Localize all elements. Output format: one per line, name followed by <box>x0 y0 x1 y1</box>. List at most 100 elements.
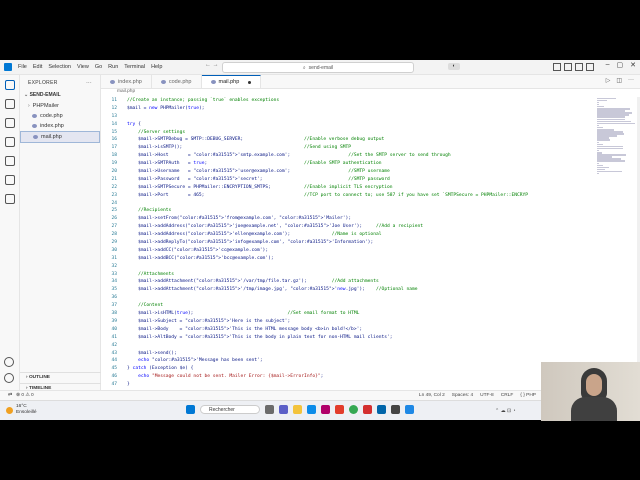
code-line[interactable]: 37 //Content <box>101 302 597 310</box>
code-line[interactable]: 43 $mail->send(); <box>101 350 597 358</box>
end-of-line[interactable]: CRLF <box>501 393 514 398</box>
code-line[interactable]: 27 $mail->addAddress("color:#a31515">'jo… <box>101 223 597 231</box>
encoding[interactable]: UTF-8 <box>480 393 494 398</box>
remote-explorer-icon[interactable] <box>4 175 15 185</box>
minimize-icon[interactable]: – <box>606 61 610 69</box>
app-dark-icon[interactable] <box>391 405 400 414</box>
testing-icon[interactable] <box>4 194 15 204</box>
code-line[interactable]: 44 echo "color:#a31515">'Message has bee… <box>101 357 597 365</box>
code-line[interactable]: 33 //Attachments <box>101 271 597 279</box>
teams-icon[interactable] <box>279 405 288 414</box>
indentation[interactable]: Spaces: 4 <box>452 393 473 398</box>
app-blue-icon[interactable] <box>405 405 414 414</box>
menu-edit[interactable]: Edit <box>30 64 45 70</box>
menu-selection[interactable]: Selection <box>45 64 74 70</box>
toggle-sidebar-icon[interactable] <box>553 63 561 71</box>
manage-gear-icon[interactable] <box>4 373 14 383</box>
vscode-taskbar-icon[interactable] <box>377 405 386 414</box>
code-line[interactable]: 16 $mail->SMTPDebug = SMTP::DEBUG_SERVER… <box>101 136 597 144</box>
weather-widget[interactable]: 16°C Ensoleillé <box>6 404 37 416</box>
code-line[interactable]: 39 $mail->Subject = "color:#a31515">'Her… <box>101 318 597 326</box>
account-icon[interactable] <box>4 357 14 367</box>
toggle-secondary-sidebar-icon[interactable] <box>575 63 583 71</box>
office-icon[interactable] <box>335 405 344 414</box>
menu-help[interactable]: Help <box>148 64 165 70</box>
file-explorer-icon[interactable] <box>293 405 302 414</box>
customize-layout-icon[interactable] <box>586 63 594 71</box>
code-line[interactable]: 30 $mail->addCC("color:#a31515">'cc@exam… <box>101 247 597 255</box>
sidebar-item-phpmailer[interactable]: › PHPMailer <box>20 101 100 111</box>
task-view-icon[interactable] <box>265 405 274 414</box>
nav-arrows-icon[interactable]: ← → <box>205 62 219 68</box>
code-line[interactable]: 32 <box>101 263 597 271</box>
code-line[interactable]: 38 $mail->isHTML(true); //Set email form… <box>101 310 597 318</box>
search-view-icon[interactable] <box>4 99 15 109</box>
code-line[interactable]: 31 $mail->addBCC("color:#a31515">'bcc@ex… <box>101 255 597 263</box>
split-editor-icon[interactable]: ◫ <box>616 77 622 84</box>
outline-section[interactable]: › OUTLINE <box>20 372 112 382</box>
code-line[interactable]: 42 <box>101 342 597 350</box>
code-line[interactable]: 36 <box>101 294 597 302</box>
dreamweaver-icon[interactable] <box>321 405 330 414</box>
app-red-icon[interactable] <box>363 405 372 414</box>
explorer-icon[interactable] <box>4 80 15 90</box>
tab-mail-php[interactable]: mail.php <box>201 75 262 88</box>
code-line[interactable]: 14 try { <box>101 121 597 129</box>
code-line[interactable]: 34 $mail->addAttachment("color:#a31515">… <box>101 278 597 286</box>
breadcrumb[interactable]: mail.php <box>101 89 640 97</box>
code-editor[interactable]: 11 //Create an instance; passing `true` e… <box>101 97 597 387</box>
code-line[interactable]: 20 $mail->Username = "color:#a31515">'us… <box>101 168 597 176</box>
code-line[interactable]: 47} <box>101 381 597 387</box>
taskbar-search[interactable]: Rechercher <box>200 405 260 414</box>
maximize-icon[interactable]: ▢ <box>617 61 624 69</box>
system-tray[interactable]: ⌃ ☁ ⊡ ◔ <box>495 408 516 414</box>
code-line[interactable]: 41 $mail->AltBody = "color:#a31515">'Thi… <box>101 334 597 342</box>
code-line[interactable]: 18 $mail->Host = "color:#a31515">'smtp.e… <box>101 152 597 160</box>
code-line[interactable]: 24 <box>101 200 597 208</box>
edge-icon[interactable] <box>307 405 316 414</box>
code-line[interactable]: 29 $mail->addReplyTo("color:#a31515">'in… <box>101 239 597 247</box>
remote-icon[interactable]: ⇄ <box>8 393 12 398</box>
tab-code-php[interactable]: code.php <box>152 75 202 88</box>
code-line[interactable]: 19 $mail->SMTPAuth = true; //Enable SMTP… <box>101 160 597 168</box>
windows-start-icon[interactable] <box>186 405 195 414</box>
sidebar-item-index-php[interactable]: index.php <box>20 121 100 131</box>
code-line[interactable]: 15 //Server settings <box>101 129 597 137</box>
code-line[interactable]: 40 $mail->Body = "color:#a31515">'This i… <box>101 326 597 334</box>
code-line[interactable]: 22 $mail->SMTPSecure = PHPMailer::ENCRYP… <box>101 184 597 192</box>
menu-run[interactable]: Run <box>105 64 121 70</box>
toggle-panel-icon[interactable] <box>564 63 572 71</box>
code-line[interactable]: 45} catch (Exception $e) { <box>101 365 597 373</box>
menu-go[interactable]: Go <box>92 64 105 70</box>
sidebar-item-mail-php[interactable]: mail.php <box>20 131 100 143</box>
code-line[interactable]: 28 $mail->addAddress("color:#a31515">'el… <box>101 231 597 239</box>
source-control-icon[interactable] <box>4 118 15 128</box>
code-line[interactable]: 11 //Create an instance; passing `true` e… <box>101 97 597 105</box>
code-line[interactable]: 13 <box>101 113 597 121</box>
command-center-search[interactable]: ⌕ send-email <box>222 62 414 73</box>
problems-indicator[interactable]: ⊗ 0 ⚠ 0 <box>16 393 34 398</box>
cursor-position[interactable]: Ln 49, Col 2 <box>419 393 445 398</box>
more-actions-icon[interactable]: ··· <box>628 77 634 84</box>
code-line[interactable]: 35 $mail->addAttachment("color:#a31515">… <box>101 286 597 294</box>
close-icon[interactable]: ✕ <box>630 61 636 69</box>
run-debug-icon[interactable] <box>4 137 15 147</box>
sidebar-item-code-php[interactable]: code.php <box>20 111 100 121</box>
code-line[interactable]: 12 $mail = new PHPMailer(true); <box>101 105 597 113</box>
code-line[interactable]: 25 //Recipients <box>101 207 597 215</box>
code-line[interactable]: 46 echo "Message could not be sent. Mail… <box>101 373 597 381</box>
code-line[interactable]: 17 $mail->isSMTP(); //Send using SMTP <box>101 144 597 152</box>
language-mode[interactable]: { } PHP <box>520 393 536 398</box>
more-actions-icon[interactable]: ··· <box>86 80 92 86</box>
chrome-icon[interactable] <box>349 405 358 414</box>
code-line[interactable]: 26 $mail->setFrom("color:#a31515">'from@… <box>101 215 597 223</box>
breadcrumb-file[interactable]: mail.php <box>117 89 135 94</box>
unsaved-dot-icon[interactable] <box>248 80 252 84</box>
minimap[interactable] <box>597 97 637 177</box>
tab-index-php[interactable]: index.php <box>101 75 152 88</box>
menu-file[interactable]: File <box>15 64 30 70</box>
workspace-folder[interactable]: ⌄ SEND-EMAIL <box>20 89 100 101</box>
run-icon[interactable]: ▷ <box>606 77 611 84</box>
code-line[interactable]: 23 $mail->Port = 465; //TCP port to conn… <box>101 192 597 200</box>
code-line[interactable]: 21 $mail->Password = "color:#a31515">'se… <box>101 176 597 184</box>
